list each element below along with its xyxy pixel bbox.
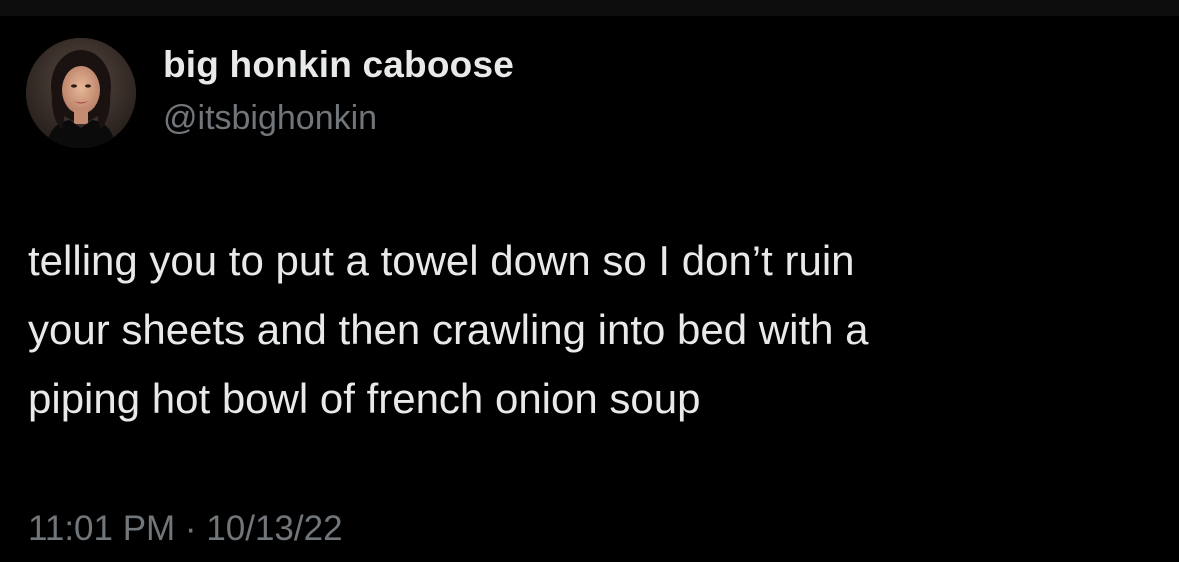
tweet-timestamp[interactable]: 11:01 PM · 10/13/22 <box>28 509 343 549</box>
tweet-text: telling you to put a towel down so I don… <box>28 226 1148 433</box>
avatar-image <box>26 38 136 148</box>
top-strip <box>0 0 1179 16</box>
user-handle[interactable]: @itsbighonkin <box>163 99 377 138</box>
tweet-text-line: your sheets and then crawling into bed w… <box>28 306 869 353</box>
tweet-screenshot: big honkin caboose @itsbighonkin telling… <box>0 0 1179 562</box>
tweet-text-line: piping hot bowl of french onion soup <box>28 375 701 422</box>
tweet-text-line: telling you to put a towel down so I don… <box>28 237 855 284</box>
display-name[interactable]: big honkin caboose <box>163 44 514 86</box>
avatar[interactable] <box>26 38 136 148</box>
